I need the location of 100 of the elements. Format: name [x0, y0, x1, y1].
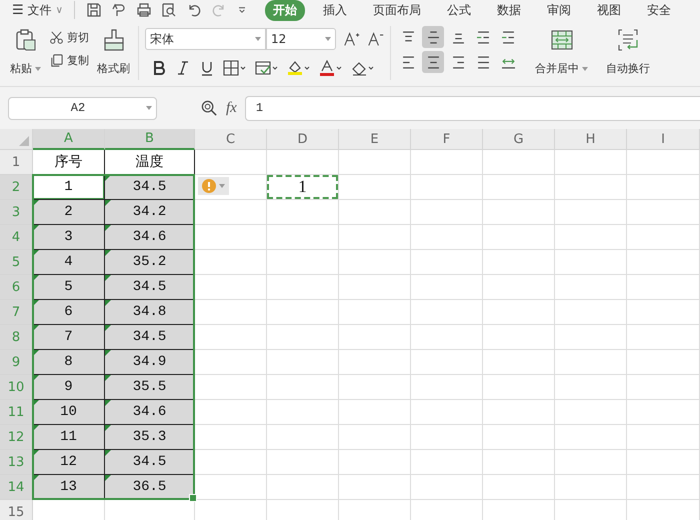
empty-cell — [555, 400, 627, 425]
name-box[interactable]: A2 — [8, 96, 157, 120]
column-header[interactable]: G — [483, 129, 555, 150]
row-header[interactable]: 15 — [0, 500, 33, 520]
empty-cell — [267, 425, 339, 450]
font-size-field[interactable]: 12 — [266, 28, 336, 50]
print-preview-icon[interactable] — [160, 2, 177, 18]
row-header[interactable]: 8 — [0, 325, 33, 350]
formula-field[interactable]: 1 — [244, 96, 700, 120]
empty-cell — [555, 175, 627, 200]
save-icon[interactable] — [86, 2, 102, 18]
table-cell: 35.5 — [105, 375, 195, 400]
caret-icon — [255, 37, 261, 41]
row-header[interactable]: 4 — [0, 225, 33, 250]
underline-icon[interactable] — [199, 60, 215, 76]
center-align-icon — [426, 56, 440, 68]
empty-cell — [411, 275, 483, 300]
top-align-icon — [402, 30, 414, 44]
empty-cell — [411, 400, 483, 425]
fill-color-icon[interactable] — [287, 60, 311, 76]
row-header[interactable]: 3 — [0, 200, 33, 225]
indent-align-icon — [502, 30, 514, 44]
column-header[interactable]: F — [411, 129, 483, 150]
row-header[interactable]: 1 — [0, 150, 33, 175]
column-header[interactable]: A — [33, 129, 105, 150]
column-header[interactable]: I — [627, 129, 700, 150]
empty-cell — [267, 375, 339, 400]
empty-cell — [411, 375, 483, 400]
eraser-icon[interactable] — [351, 60, 375, 76]
empty-cell — [339, 300, 411, 325]
row-header[interactable]: 7 — [0, 300, 33, 325]
align-button[interactable] — [422, 51, 444, 73]
ribbon-tab[interactable]: 公式 — [438, 0, 479, 20]
empty-cell — [483, 350, 555, 375]
column-header[interactable]: B — [105, 129, 195, 150]
row-header[interactable]: 5 — [0, 250, 33, 275]
table-cell: 34.2 — [105, 200, 195, 225]
copy-button[interactable]: 复制 — [49, 53, 89, 68]
merge-center-button[interactable]: 合并居中 — [533, 26, 590, 86]
table-cell: 34.5 — [105, 275, 195, 300]
justify-align-icon — [476, 56, 490, 68]
empty-cell — [555, 475, 627, 500]
left-align-icon — [402, 56, 414, 68]
empty-cell — [267, 475, 339, 500]
ribbon-tab[interactable]: 页面布局 — [364, 0, 429, 20]
empty-cell — [483, 275, 555, 300]
increase-font-icon[interactable] — [344, 31, 360, 47]
table-cell: 1 — [33, 175, 105, 200]
table-cell: 34.8 — [105, 300, 195, 325]
file-menu[interactable]: ☰ 文件 ∨ — [12, 2, 63, 18]
align-button[interactable] — [422, 26, 444, 48]
row-header[interactable]: 2 — [0, 175, 33, 200]
row-header[interactable]: 14 — [0, 475, 33, 500]
column-header[interactable]: D — [267, 129, 339, 150]
table-cell: 34.6 — [105, 225, 195, 250]
empty-cell — [555, 150, 627, 175]
empty-cell — [267, 325, 339, 350]
ribbon-tab[interactable]: 视图 — [588, 0, 629, 20]
caret-icon — [219, 184, 225, 188]
column-header[interactable]: C — [195, 129, 267, 150]
row-header[interactable]: 13 — [0, 450, 33, 475]
font-name-field[interactable]: 宋体 — [145, 28, 266, 50]
middle-align-icon — [426, 30, 440, 44]
ribbon-tab[interactable]: 审阅 — [538, 0, 579, 20]
export-icon[interactable] — [110, 2, 127, 18]
table-cell: 12 — [33, 450, 105, 475]
italic-icon[interactable] — [175, 60, 191, 76]
zoom-icon[interactable] — [201, 100, 218, 116]
empty-cell — [267, 400, 339, 425]
borders-icon[interactable] — [223, 60, 247, 76]
format-painter-button[interactable]: 格式刷 — [95, 26, 132, 86]
row-header[interactable]: 11 — [0, 400, 33, 425]
row-header[interactable]: 6 — [0, 275, 33, 300]
empty-cell — [483, 375, 555, 400]
ribbon-tab[interactable]: 数据 — [488, 0, 529, 20]
wrap-text-button[interactable]: 自动换行 — [604, 26, 652, 86]
error-marker-icon — [105, 175, 111, 181]
column-header[interactable]: E — [339, 129, 411, 150]
decrease-font-icon[interactable] — [368, 31, 384, 47]
error-check-button[interactable] — [198, 177, 229, 195]
cut-button[interactable]: 剪切 — [49, 30, 89, 45]
ribbon-tab[interactable]: 开始 — [264, 0, 305, 20]
bold-icon[interactable] — [151, 60, 167, 76]
table-cell: 5 — [33, 275, 105, 300]
paste-button[interactable]: 粘贴 — [8, 26, 43, 86]
empty-cell — [267, 225, 339, 250]
caret-icon — [146, 106, 152, 110]
font-color-icon[interactable] — [319, 60, 343, 76]
function-label[interactable]: fx — [226, 100, 237, 116]
ribbon-tab[interactable]: 安全 — [638, 0, 679, 20]
column-header[interactable]: H — [555, 129, 627, 150]
row-header[interactable]: 9 — [0, 350, 33, 375]
brush-icon — [102, 28, 126, 52]
cell-style-icon[interactable] — [255, 60, 279, 76]
empty-cell — [555, 225, 627, 250]
row-header[interactable]: 12 — [0, 425, 33, 450]
print-icon[interactable] — [136, 2, 152, 18]
table-cell: 6 — [33, 300, 105, 325]
ribbon-tab[interactable]: 插入 — [314, 0, 355, 20]
row-header[interactable]: 10 — [0, 375, 33, 400]
